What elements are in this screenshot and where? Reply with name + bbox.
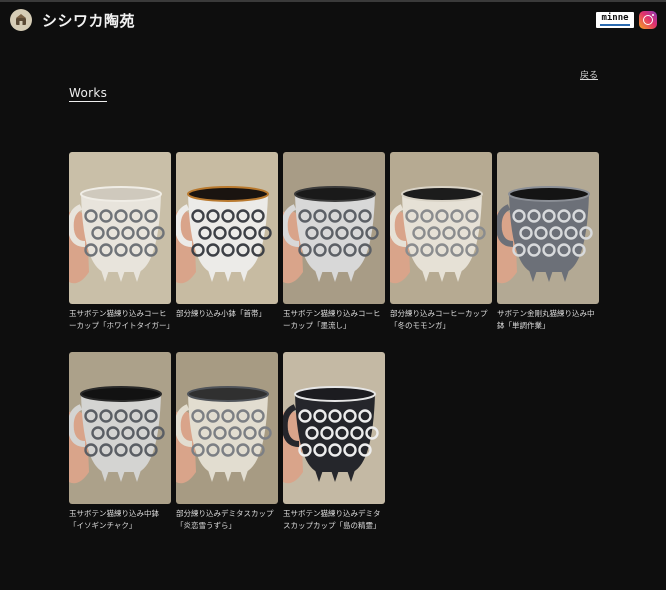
work-card[interactable]: サボテン金剛丸猫練り込み中鉢「単調作業」: [497, 152, 599, 332]
minne-label: minne: [601, 13, 629, 23]
top-border: [0, 0, 666, 2]
kiln-logo-icon[interactable]: [10, 9, 32, 31]
work-card[interactable]: 部分練り込みコーヒーカップ「冬のモモンガ」: [390, 152, 492, 332]
instagram-icon[interactable]: [639, 11, 657, 29]
work-card[interactable]: 玉サボテン猫練り込みデミタスカップカップ「島の精霊」: [283, 352, 385, 532]
work-photo[interactable]: [497, 152, 599, 304]
work-card[interactable]: 玉サボテン猫練り込みコーヒーカップ「墨流し」: [283, 152, 385, 332]
work-photo[interactable]: [176, 152, 278, 304]
work-caption[interactable]: 部分練り込み小鉢「首帯」: [176, 308, 278, 320]
work-photo[interactable]: [69, 152, 171, 304]
work-caption[interactable]: 玉サボテン猫練り込み中鉢「イソギンチャク」: [69, 508, 171, 532]
work-card[interactable]: 玉サボテン猫練り込みコーヒーカップ「ホワイトタイガー」: [69, 152, 174, 332]
work-photo[interactable]: [176, 352, 278, 504]
work-card[interactable]: 部分練り込み小鉢「首帯」: [176, 152, 278, 320]
work-caption[interactable]: サボテン金剛丸猫練り込み中鉢「単調作業」: [497, 308, 599, 332]
work-card[interactable]: 玉サボテン猫練り込み中鉢「イソギンチャク」: [69, 352, 171, 532]
work-card[interactable]: 部分練り込みデミタスカップ「炎恋雪うずら」: [176, 352, 278, 532]
site-title[interactable]: シシワカ陶苑: [42, 10, 135, 31]
work-caption[interactable]: 玉サボテン猫練り込みデミタスカップカップ「島の精霊」: [283, 508, 385, 532]
work-caption[interactable]: 玉サボテン猫練り込みコーヒーカップ「ホワイトタイガー」: [69, 308, 174, 332]
section-title: Works: [69, 86, 108, 102]
work-caption[interactable]: 部分練り込みコーヒーカップ「冬のモモンガ」: [390, 308, 492, 332]
minne-underline: [600, 24, 630, 26]
work-caption[interactable]: 玉サボテン猫練り込みコーヒーカップ「墨流し」: [283, 308, 385, 332]
back-link[interactable]: 戻る: [580, 68, 598, 81]
work-photo[interactable]: [283, 152, 385, 304]
work-photo[interactable]: [390, 152, 492, 304]
minne-link-button[interactable]: minne: [596, 12, 634, 28]
work-caption[interactable]: 部分練り込みデミタスカップ「炎恋雪うずら」: [176, 508, 278, 532]
work-photo[interactable]: [69, 352, 171, 504]
work-photo[interactable]: [283, 352, 385, 504]
